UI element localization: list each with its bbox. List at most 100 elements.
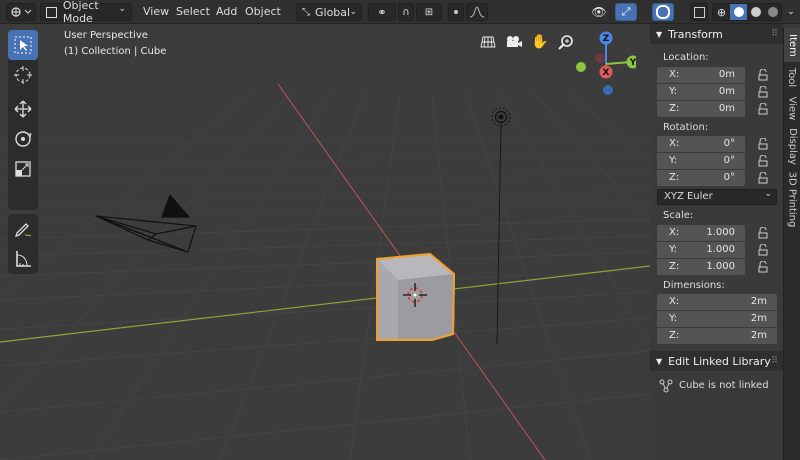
transform-panel-header[interactable]: ▼ Transform ⠿ (650, 24, 783, 44)
chevron-down-icon: ▼ (656, 29, 663, 39)
magnet-icon: ∩ (402, 6, 410, 18)
proportional-dot-icon (454, 10, 458, 14)
location-y-field[interactable]: Y: 0m (657, 84, 745, 100)
measure-tool[interactable] (8, 244, 38, 274)
lock-rotation-y-icon[interactable] (758, 155, 770, 167)
location-label: Location: (663, 52, 709, 63)
rotate-icon (15, 131, 32, 147)
wireframe-shading-icon[interactable]: ⊕ (713, 4, 730, 20)
lock-rotation-x-icon[interactable] (758, 138, 770, 150)
annotate-tool[interactable] (8, 214, 38, 244)
gizmo-arrows-icon: ⤢ (621, 5, 631, 18)
rotation-x-field[interactable]: X: 0° (657, 136, 745, 152)
rotation-z-field[interactable]: Z: 0° (657, 170, 745, 186)
object-mode-icon (46, 6, 57, 18)
visibility-eye-icon[interactable]: 👁 (585, 4, 613, 20)
drag-handle-icon[interactable]: ⠿ (771, 29, 778, 39)
select-box-tool[interactable] (8, 30, 38, 60)
link-icon: ⚭ (377, 5, 387, 19)
zoom-view-button[interactable] (555, 31, 577, 53)
scale-z-field[interactable]: Z: 1.000 (657, 259, 745, 275)
y-axis-label: Y (629, 58, 636, 68)
snap-target-dropdown[interactable]: ⊞ (416, 3, 442, 21)
transform-orientation-dropdown[interactable]: ⤡ Global ⌄ (296, 3, 362, 21)
chevron-down-icon[interactable]: ⌄ (784, 4, 798, 20)
overlays-toggle[interactable] (652, 3, 674, 21)
neg-x-axis-ball[interactable] (595, 53, 605, 63)
falloff-dropdown[interactable] (466, 3, 488, 21)
crosshair-icon (14, 66, 32, 84)
scale-label: Scale: (663, 210, 694, 221)
light-line (496, 121, 502, 345)
pencil-icon (14, 223, 32, 238)
rotation-mode-dropdown[interactable]: XYZ Euler ⌄ (657, 189, 777, 205)
toggle-camera-grid-button[interactable] (477, 31, 499, 53)
lock-location-y-icon[interactable] (758, 86, 770, 98)
solid-shading-icon[interactable] (730, 4, 747, 20)
material-shading-icon[interactable] (747, 4, 764, 20)
viewport-header: Object Mode ⌄ View Select Add Object ⤡ G… (0, 0, 800, 25)
neg-z-axis-ball[interactable] (603, 85, 613, 95)
editor-type-icon (11, 7, 32, 17)
tab-item[interactable]: Item (783, 28, 800, 62)
menu-view[interactable]: View (143, 4, 169, 20)
lock-location-x-icon[interactable] (758, 69, 770, 81)
lock-location-z-icon[interactable] (758, 103, 770, 115)
location-x-field[interactable]: X: 0m (657, 67, 745, 83)
gizmo-toggle[interactable]: ⤢ (615, 3, 637, 21)
mode-dropdown[interactable]: Object Mode ⌄ (40, 0, 132, 25)
scale-x-field[interactable]: X: 1.000 (657, 225, 745, 241)
shading-modes: ⊕ (712, 3, 782, 21)
tool-shelf-bottom (8, 214, 38, 274)
move-tool[interactable] (8, 94, 38, 124)
drag-handle-icon[interactable]: ⠿ (771, 356, 778, 366)
menu-add[interactable]: Add (216, 4, 237, 20)
pivot-point-button[interactable]: ⚭ (368, 3, 396, 21)
menu-select[interactable]: Select (176, 4, 210, 20)
snap-toggle[interactable]: ∩ (398, 3, 414, 21)
menu-object[interactable]: Object (245, 4, 281, 20)
orientation-label: Global (315, 5, 351, 19)
hand-icon: ✋ (531, 34, 549, 50)
dimensions-x-field[interactable]: X: 2m (657, 294, 777, 310)
view-name-label: User Perspective (64, 30, 148, 41)
rotate-tool[interactable] (8, 124, 38, 154)
lock-scale-x-icon[interactable] (758, 227, 770, 239)
scale-y-field[interactable]: Y: 1.000 (657, 242, 745, 258)
pan-view-button[interactable]: ✋ (529, 31, 551, 53)
ruler-icon (16, 251, 31, 267)
dimensions-y-field[interactable]: Y: 2m (657, 311, 777, 327)
proportional-edit-toggle[interactable] (448, 3, 464, 21)
x-axis-label: X (603, 68, 610, 78)
editor-type-button[interactable] (6, 3, 36, 21)
move-arrows-icon (14, 100, 32, 118)
tab-3d-printing[interactable]: 3D Printing (783, 168, 800, 230)
lock-scale-z-icon[interactable] (758, 261, 770, 273)
navigation-gizmo[interactable]: Z Y X (576, 30, 636, 110)
tool-shelf-top (8, 30, 38, 210)
linked-library-icon (659, 379, 673, 393)
tab-strip-background (783, 230, 800, 460)
location-z-field[interactable]: Z: 0m (657, 101, 745, 117)
3d-viewport[interactable]: User Perspective (1) Collection | Cube ✋… (0, 24, 650, 460)
xray-toggle[interactable] (690, 3, 708, 21)
cursor-tool[interactable] (8, 60, 38, 90)
lock-rotation-z-icon[interactable] (758, 172, 770, 184)
cursor-arrow-icon (14, 36, 32, 54)
chevron-down-icon: ⌄ (349, 7, 357, 17)
lock-scale-y-icon[interactable] (758, 244, 770, 256)
camera-view-button[interactable] (503, 31, 525, 53)
x-axis-line (0, 265, 650, 343)
collection-info-label: (1) Collection | Cube (64, 46, 167, 57)
chevron-down-icon: ⌄ (118, 4, 126, 14)
linked-library-panel-header[interactable]: ▼ Edit Linked Library ⠿ (650, 351, 783, 371)
tab-display[interactable]: Display (783, 124, 800, 168)
dimensions-z-field[interactable]: Z: 2m (657, 328, 777, 344)
scale-tool[interactable] (8, 154, 38, 184)
tab-view[interactable]: View (783, 92, 800, 124)
rotation-y-field[interactable]: Y: 0° (657, 153, 745, 169)
tab-tool[interactable]: Tool (783, 62, 800, 92)
rendered-shading-icon[interactable] (764, 4, 781, 20)
rotation-mode-label: XYZ Euler (664, 191, 713, 202)
neg-y-axis-ball[interactable] (576, 62, 586, 72)
